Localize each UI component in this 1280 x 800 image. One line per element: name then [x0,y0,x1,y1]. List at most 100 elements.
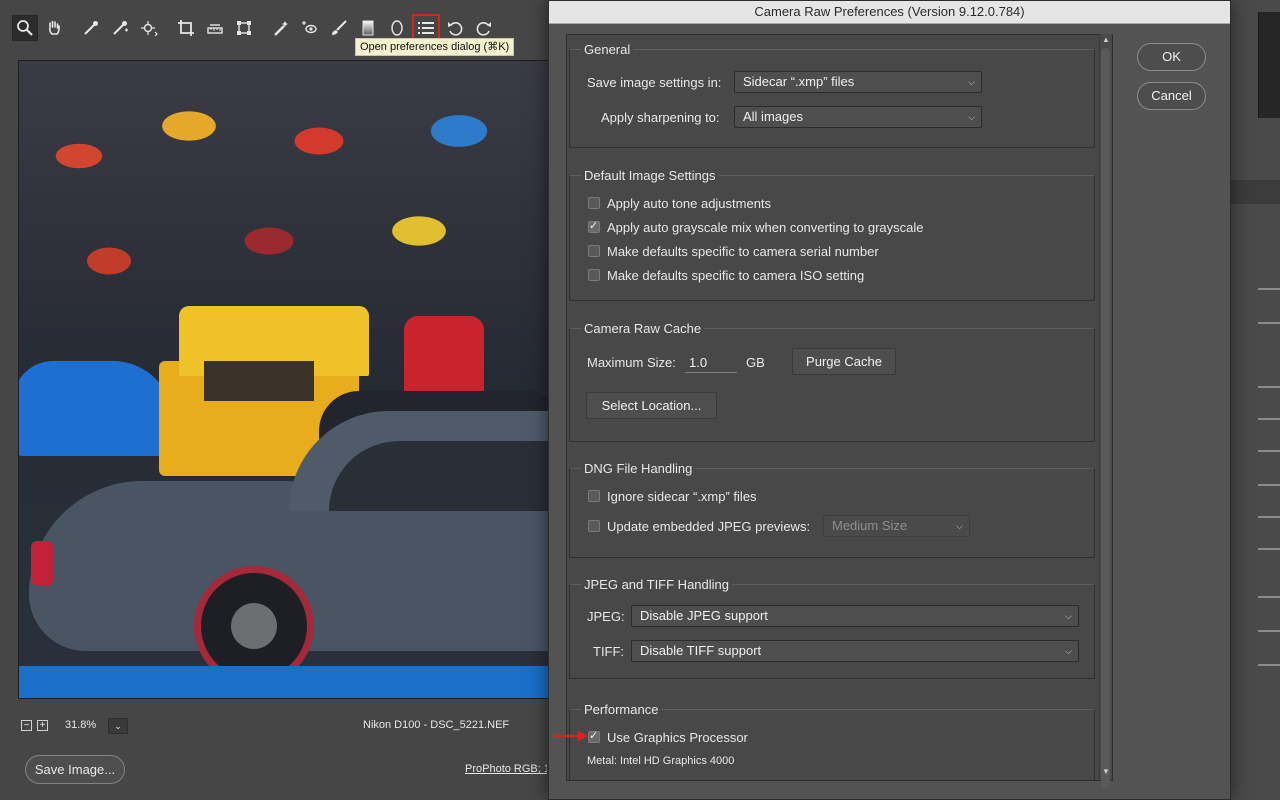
dng-file-handling-section [569,468,1095,558]
gb-unit-label: GB [746,355,765,370]
auto-tone-label: Apply auto tone adjustments [607,196,772,211]
preview-size-value: Medium Size [832,518,908,533]
zoom-dropdown[interactable]: ⌄ [108,718,128,734]
maximum-size-label: Maximum Size: [587,355,676,370]
chevron-down-icon: ⌵ [968,112,975,122]
zoom-level: 31.8% [65,719,97,731]
update-previews-checkbox[interactable] [588,520,600,532]
slider-track [1258,596,1280,598]
dialog-title: Camera Raw Preferences (Version 9.12.0.7… [549,1,1230,24]
tiff-handling-value: Disable TIFF support [640,643,762,658]
sharpening-select[interactable]: All images ⌵ [734,106,982,128]
camera-raw-cache-section [569,328,1095,442]
target-adjust-icon[interactable] [136,15,162,41]
scroll-thumb[interactable] [1101,48,1110,788]
slider-track [1258,484,1280,486]
save-settings-value: Sidecar “.xmp” files [743,74,855,89]
auto-grayscale-checkbox[interactable] [588,219,600,233]
spot-removal-icon[interactable] [268,15,294,41]
jpeg-tiff-handling-title: JPEG and TIFF Handling [581,577,732,592]
select-location-button[interactable]: Select Location... [586,392,717,419]
jpeg-label: JPEG: [587,609,625,624]
slider-track [1258,386,1280,388]
save-image-button[interactable]: Save Image... [25,755,125,784]
update-previews-label: Update embedded JPEG previews: [607,519,811,534]
color-sampler-icon[interactable] [107,15,133,41]
blue-toy-car [19,361,173,456]
performance-title: Performance [581,702,662,717]
tiff-label: TIFF: [593,644,625,659]
slider-track [1258,664,1280,666]
iso-setting-checkbox[interactable] [588,269,600,281]
histogram [1258,12,1280,118]
slider-track [1258,322,1280,324]
performance-section [569,709,1095,780]
tail-light [31,541,53,586]
save-settings-select[interactable]: Sidecar “.xmp” files ⌵ [734,71,982,93]
preferences-scrollbar[interactable]: ▲ ▼ [1099,34,1112,788]
slider-track [1258,516,1280,518]
white-balance-icon[interactable] [78,15,104,41]
slider-track [1258,288,1280,290]
straighten-icon[interactable] [202,15,228,41]
zoom-icon[interactable] [12,15,38,41]
dng-file-handling-title: DNG File Handling [581,461,696,476]
workflow-options-link[interactable]: ProPhoto RGB; 16 bit [465,763,547,775]
transform-icon[interactable] [231,15,257,41]
general-section [569,49,1095,148]
panel-tabs [1228,180,1280,204]
status-bar: − + 31.8% ⌄ Nikon D100 - DSC_5221.NEF [18,712,550,738]
crop-icon[interactable] [173,15,199,41]
image-preview[interactable] [18,60,552,699]
ignore-sidecar-label: Ignore sidecar “.xmp” files [607,489,757,504]
slider-track [1258,418,1280,420]
default-image-settings-title: Default Image Settings [581,168,719,183]
truck-window [204,361,314,401]
tiff-handling-select[interactable]: Disable TIFF support ⌵ [631,640,1079,662]
chevron-down-icon: ⌵ [1065,611,1072,621]
file-name-label: Nikon D100 - DSC_5221.NEF [363,719,510,731]
camera-raw-cache-title: Camera Raw Cache [581,321,705,336]
serial-number-checkbox[interactable] [588,245,600,257]
maximum-size-input[interactable] [685,353,737,373]
sharpening-label: Apply sharpening to: [601,110,720,125]
grey-model-car-window [329,441,551,511]
red-arrow-annotation [554,731,588,741]
red-eye-icon[interactable] [297,15,323,41]
slider-track [1258,450,1280,452]
ignore-sidecar-checkbox[interactable] [588,490,600,502]
jpeg-handling-select[interactable]: Disable JPEG support ⌵ [631,605,1079,627]
preferences-tooltip: Open preferences dialog (⌘K) [355,38,515,56]
slider-track [1258,630,1280,632]
preview-size-select[interactable]: Medium Size ⌵ [823,515,970,537]
adjustment-brush-icon[interactable] [326,15,352,41]
zoom-in-button[interactable]: + [37,720,48,731]
cancel-button[interactable]: Cancel [1137,82,1206,110]
slider-track [1258,548,1280,550]
zoom-out-button[interactable]: − [21,720,32,731]
use-gpu-label: Use Graphics Processor [607,730,748,745]
serial-number-label: Make defaults specific to camera serial … [607,244,879,259]
scroll-down-icon[interactable]: ▼ [1101,767,1111,777]
auto-tone-checkbox[interactable] [588,197,600,209]
jpeg-handling-value: Disable JPEG support [640,608,768,623]
preferences-content: General Save image settings in: Sidecar … [566,34,1113,781]
adjustments-panel [1228,0,1280,800]
preferences-dialog: Camera Raw Preferences (Version 9.12.0.7… [548,0,1231,800]
blue-floor [19,666,551,698]
chevron-down-icon: ⌵ [1065,646,1072,656]
jpeg-tiff-handling-section [569,584,1095,679]
wheel-hub [231,603,277,649]
ok-button[interactable]: OK [1137,43,1206,71]
auto-grayscale-label: Apply auto grayscale mix when converting… [607,220,924,235]
gpu-info-label: Metal: Intel HD Graphics 4000 [587,755,735,767]
chevron-down-icon: ⌄ [114,721,122,731]
purge-cache-button[interactable]: Purge Cache [792,348,896,375]
hand-icon[interactable] [41,15,67,41]
iso-setting-label: Make defaults specific to camera ISO set… [607,268,865,283]
general-title: General [581,42,634,57]
chevron-down-icon: ⌵ [968,77,975,87]
sharpening-value: All images [743,109,803,124]
scroll-up-icon[interactable]: ▲ [1101,35,1111,45]
save-settings-label: Save image settings in: [587,75,722,90]
